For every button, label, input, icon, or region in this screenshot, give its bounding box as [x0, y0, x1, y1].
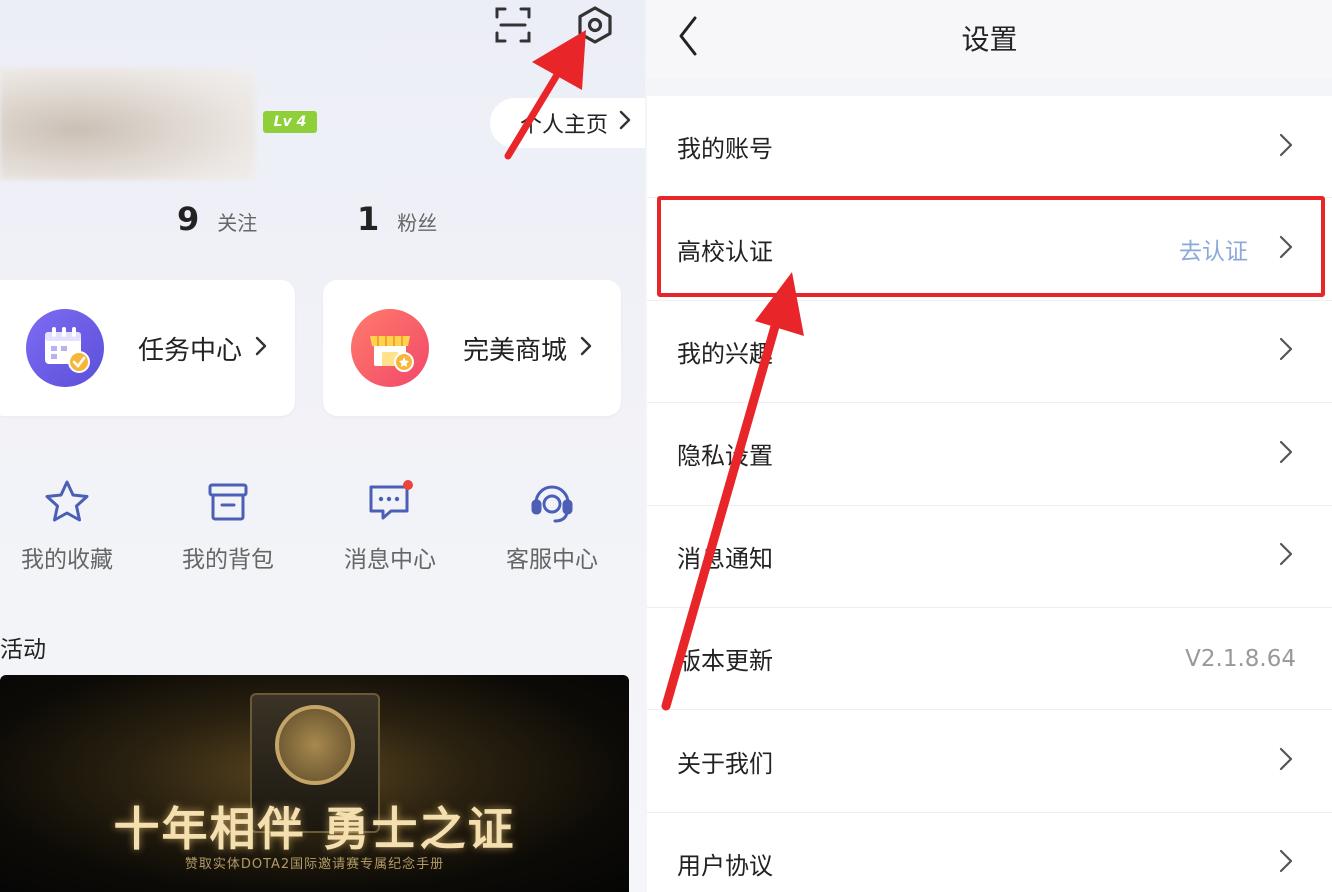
scan-icon[interactable]	[492, 4, 534, 46]
banner-title: 十年相伴 勇士之证	[113, 802, 516, 856]
settings-row-label: 用户协议	[677, 851, 773, 880]
task-center-card[interactable]: 任务中心	[0, 280, 295, 416]
settings-row-account[interactable]: 我的账号	[647, 96, 1332, 199]
chevron-right-icon	[1278, 439, 1294, 469]
messages-label: 消息中心	[344, 547, 436, 573]
box-icon	[163, 472, 293, 532]
chevron-right-icon	[1278, 234, 1294, 264]
headset-icon	[487, 472, 617, 532]
chevron-right-icon	[254, 334, 268, 362]
version-number: V2.1.8.64	[1185, 645, 1296, 672]
support-button[interactable]: 客服中心	[487, 472, 617, 574]
settings-panel: 设置 我的账号 高校认证 去认证 我的兴趣 隐私设置 消息通知 版本更新 V2.…	[647, 0, 1332, 892]
fans-stat[interactable]: 1 粉丝	[357, 200, 437, 238]
fans-label: 粉丝	[397, 211, 438, 235]
shop-label: 完美商城	[463, 335, 568, 366]
settings-row-university-verification[interactable]: 高校认证 去认证	[647, 198, 1332, 301]
settings-row-label: 关于我们	[677, 749, 773, 778]
chevron-right-icon	[618, 109, 632, 137]
settings-row-label: 消息通知	[677, 544, 773, 573]
backpack-button[interactable]: 我的背包	[163, 472, 293, 574]
settings-row-label: 高校认证	[677, 237, 773, 266]
favorites-button[interactable]: 我的收藏	[2, 472, 132, 574]
chevron-right-icon	[579, 334, 593, 362]
activity-banner[interactable]: 十年相伴 勇士之证 赞取实体DOTA2国际邀请赛专属纪念手册	[0, 675, 629, 892]
settings-row-user-agreement[interactable]: 用户协议	[647, 812, 1332, 892]
activity-section-title: 活动	[0, 637, 46, 663]
settings-row-label: 我的兴趣	[677, 339, 773, 368]
calendar-icon	[26, 309, 104, 387]
profile-panel: Lv 4 个人主页 9 关注 1 粉丝 任务中心 完美商城 我的收藏 我的背包 …	[0, 0, 645, 892]
profile-homepage-link[interactable]: 个人主页	[490, 98, 645, 148]
follow-label: 关注	[217, 211, 258, 235]
task-center-label: 任务中心	[138, 335, 243, 366]
banner-subtitle: 赞取实体DOTA2国际邀请赛专属纪念手册	[184, 857, 445, 872]
settings-row-about[interactable]: 关于我们	[647, 710, 1332, 813]
favorites-label: 我的收藏	[21, 547, 113, 573]
settings-row-privacy[interactable]: 隐私设置	[647, 403, 1332, 506]
chevron-right-icon	[1278, 746, 1294, 776]
chevron-right-icon	[1278, 541, 1294, 571]
fans-count: 1	[357, 200, 380, 238]
aegis-emblem-icon	[275, 705, 355, 785]
avatar[interactable]	[0, 68, 255, 180]
message-icon	[325, 472, 455, 532]
store-icon	[351, 309, 429, 387]
settings-header: 设置	[647, 0, 1332, 78]
settings-list: 我的账号 高校认证 去认证 我的兴趣 隐私设置 消息通知 版本更新 V2.1.8…	[647, 96, 1332, 892]
backpack-label: 我的背包	[182, 547, 274, 573]
level-badge: Lv 4	[263, 111, 317, 133]
page-title: 设置	[961, 23, 1018, 56]
follow-stat[interactable]: 9 关注	[177, 200, 257, 238]
settings-row-label: 版本更新	[677, 647, 773, 676]
settings-row-label: 隐私设置	[677, 442, 773, 471]
gear-icon[interactable]	[574, 4, 616, 46]
settings-row-version[interactable]: 版本更新 V2.1.8.64	[647, 607, 1332, 711]
verify-link[interactable]: 去认证	[1179, 232, 1248, 266]
chevron-right-icon	[1278, 336, 1294, 366]
follow-count: 9	[177, 200, 200, 238]
messages-button[interactable]: 消息中心	[325, 472, 455, 574]
star-icon	[2, 472, 132, 532]
settings-row-interests[interactable]: 我的兴趣	[647, 300, 1332, 404]
settings-row-label: 我的账号	[677, 135, 773, 164]
profile-homepage-label: 个人主页	[520, 113, 609, 138]
support-label: 客服中心	[506, 547, 598, 573]
settings-row-notifications[interactable]: 消息通知	[647, 505, 1332, 608]
chevron-right-icon	[1278, 848, 1294, 878]
shop-card[interactable]: 完美商城	[323, 280, 621, 416]
chevron-right-icon	[1278, 132, 1294, 162]
